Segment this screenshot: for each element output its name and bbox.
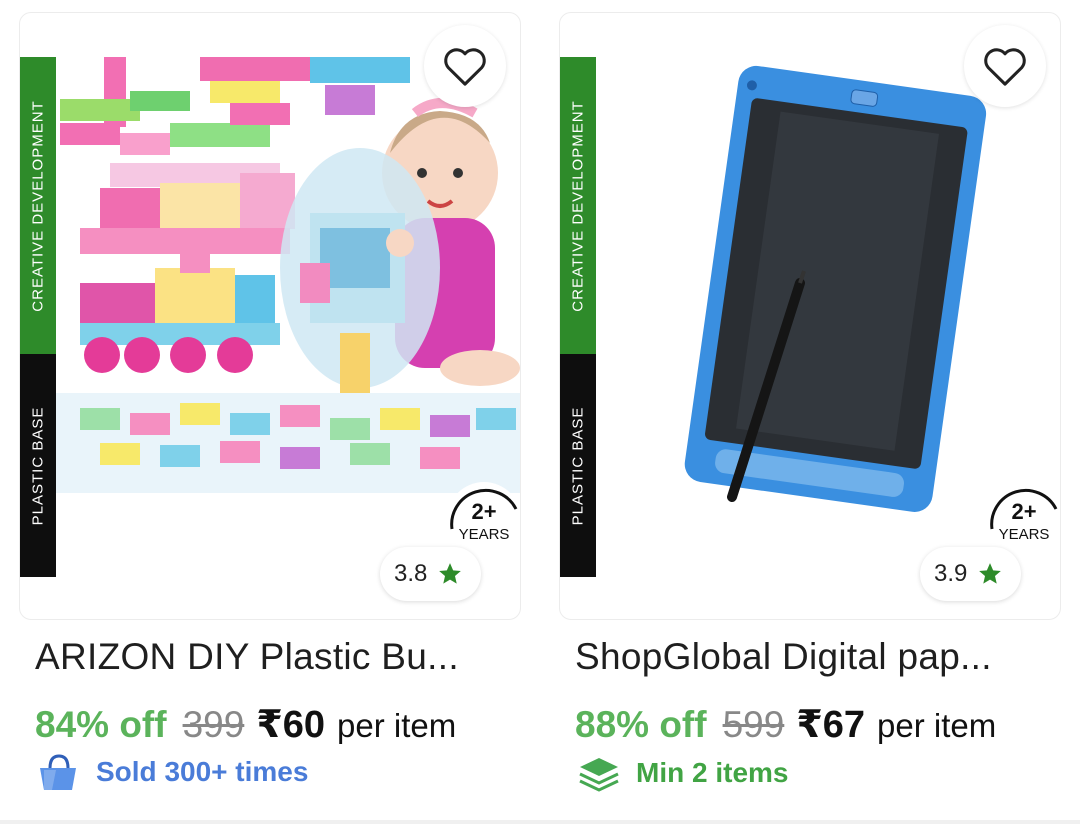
age-unit: YEARS <box>999 526 1050 543</box>
price-unit: per item <box>337 707 457 744</box>
discount-percent: 88% off <box>575 704 707 745</box>
product-card-2[interactable]: CREATIVE DEVELOPMENT PLASTIC BASE 2+ YEA… <box>559 12 1061 620</box>
feature-creative-label: CREATIVE DEVELOPMENT <box>569 99 587 312</box>
heart-icon <box>444 48 486 86</box>
product-title[interactable]: ARIZON DIY Plastic Bu... <box>35 636 459 678</box>
min-quantity-text: Min 2 items <box>636 757 789 788</box>
shopping-bag-icon <box>40 754 76 790</box>
feature-creative-strip: CREATIVE DEVELOPMENT <box>560 57 596 354</box>
price-unit: per item <box>877 707 997 744</box>
feature-base-strip: PLASTIC BASE <box>20 354 56 577</box>
wishlist-button[interactable] <box>424 25 506 107</box>
price-row: 84% off 399 ₹60 per item <box>35 702 456 747</box>
rating-badge: 3.9 <box>920 547 1022 601</box>
heart-icon <box>984 48 1026 86</box>
sale-price: ₹67 <box>796 704 866 746</box>
rating-badge: 3.8 <box>380 547 482 601</box>
divider <box>0 820 1080 824</box>
discount-percent: 84% off <box>35 704 167 745</box>
feature-creative-strip: CREATIVE DEVELOPMENT <box>20 57 56 354</box>
feature-base-label: PLASTIC BASE <box>569 406 587 525</box>
age-value: 2+ <box>471 499 496 524</box>
wishlist-button[interactable] <box>964 25 1046 107</box>
layers-icon <box>579 758 619 792</box>
feature-base-strip: PLASTIC BASE <box>560 354 596 577</box>
original-price: 599 <box>722 704 785 745</box>
age-unit: YEARS <box>459 526 510 543</box>
sale-price: ₹60 <box>256 704 326 746</box>
price-row: 88% off 599 ₹67 per item <box>575 702 996 747</box>
star-icon <box>439 563 462 584</box>
product-title[interactable]: ShopGlobal Digital pap... <box>575 636 992 678</box>
min-quantity-tag: Min 2 items <box>576 752 788 794</box>
sold-count-tag: Sold 300+ times <box>36 752 308 792</box>
star-icon <box>979 563 1002 584</box>
feature-base-label: PLASTIC BASE <box>29 406 47 525</box>
feature-creative-label: CREATIVE DEVELOPMENT <box>29 99 47 312</box>
rating-value: 3.9 <box>934 560 968 587</box>
age-value: 2+ <box>1011 499 1036 524</box>
original-price: 399 <box>182 704 245 745</box>
rating-value: 3.8 <box>394 560 428 587</box>
product-card-1[interactable]: CREATIVE DEVELOPMENT PLASTIC BASE 2+ YEA… <box>19 12 521 620</box>
feature-sidebar: CREATIVE DEVELOPMENT PLASTIC BASE <box>560 57 596 577</box>
sold-count-text: Sold 300+ times <box>96 756 309 787</box>
feature-sidebar: CREATIVE DEVELOPMENT PLASTIC BASE <box>20 57 56 577</box>
